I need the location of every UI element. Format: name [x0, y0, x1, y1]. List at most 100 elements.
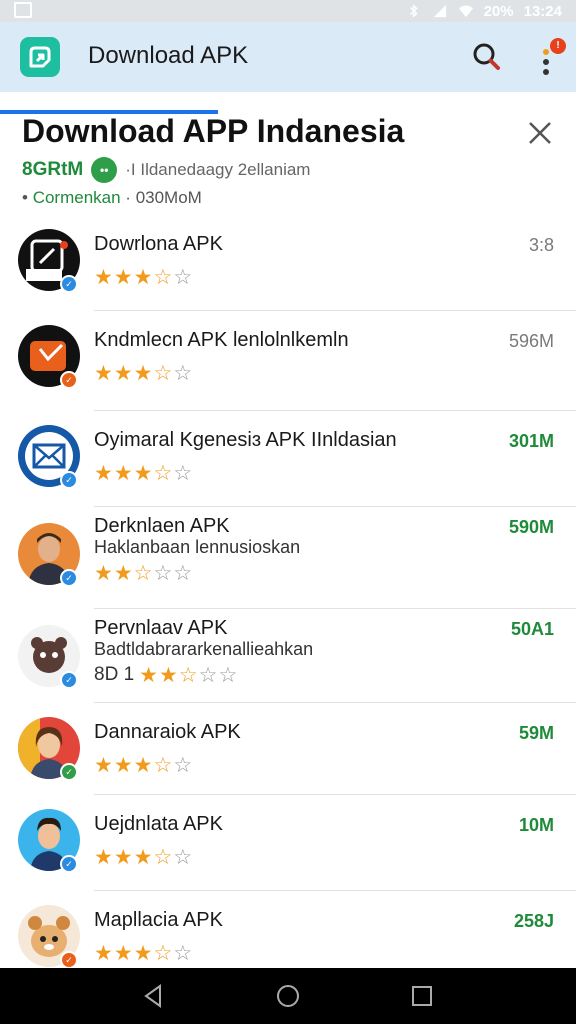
- star-icon: ★: [94, 846, 113, 869]
- download-count: 030MoM: [135, 188, 202, 207]
- app-subtitle: Haklanbaan lennusioskan: [94, 537, 301, 557]
- search-button[interactable]: [470, 40, 504, 74]
- verified-icon: ✓: [60, 275, 78, 293]
- app-bar: Download APK !: [0, 22, 576, 114]
- star-icon: ☆: [173, 462, 193, 485]
- app-list-item[interactable]: ✓ Kndmlecn APK lenlolnlkemln 596M ★ ★ ★ ☆ ☆: [0, 311, 576, 411]
- app-list-item[interactable]: ✓ Mapllacia APK 258J ★ ★ ★ ☆ ☆: [0, 891, 576, 971]
- star-icon: ★: [133, 846, 153, 869]
- app-title: Pervnlaav APK: [94, 617, 228, 639]
- app-list-item[interactable]: ✓ Oyimaral Kgenesiɜ APK IInldasian 301M ★ ★ ★…: [0, 411, 576, 507]
- notification-badge: !: [550, 38, 566, 54]
- star-icon: ☆: [173, 942, 193, 965]
- app-logo-icon: [20, 37, 60, 77]
- star-icon: ☆: [173, 362, 193, 385]
- star-icon: ★: [94, 942, 113, 965]
- app-size: 10M: [518, 815, 554, 835]
- star-icon: ☆: [133, 562, 153, 585]
- star-icon: ★: [113, 562, 133, 585]
- star-rating: ★ ★ ★ ☆ ☆: [94, 463, 192, 484]
- star-icon: ☆: [173, 846, 193, 869]
- star-icon: ☆: [173, 754, 193, 777]
- star-icon: ☆: [198, 664, 218, 687]
- app-size: 50A1: [510, 619, 554, 639]
- star-icon: ★: [133, 362, 153, 385]
- app-title: Kndmlecn APK lenlolnlkemln: [94, 329, 349, 351]
- app-list-item[interactable]: ✓ Derknlaen APK Haklanbaan lennusioskan 590…: [0, 507, 576, 609]
- star-icon: ☆: [153, 942, 173, 965]
- app-list-item[interactable]: ✓ Dannaraiok APK 59M ★ ★ ★ ☆ ☆: [0, 703, 576, 795]
- star-icon: ☆: [153, 266, 173, 289]
- star-icon: ★: [113, 754, 133, 777]
- star-icon: ★: [158, 664, 178, 687]
- star-icon: ★: [133, 266, 153, 289]
- star-icon: ☆: [153, 462, 173, 485]
- star-rating: ★ ★ ★ ☆ ☆: [94, 847, 192, 868]
- star-icon: ☆: [153, 846, 173, 869]
- star-icon: ★: [94, 362, 113, 385]
- status-icons: 20% 13:24: [406, 2, 562, 20]
- verified-icon: ✓: [60, 951, 78, 969]
- clock: 13:24: [523, 2, 562, 20]
- star-icon: ☆: [173, 562, 193, 585]
- star-icon: ★: [94, 266, 113, 289]
- app-title: Derknlaen APK: [94, 515, 230, 537]
- star-rating: ★ ★ ★ ☆ ☆: [94, 267, 192, 288]
- app-size: 590M: [508, 517, 554, 537]
- status-bar: 20% 13:24: [0, 0, 576, 22]
- app-size: 301M: [508, 431, 554, 451]
- back-icon[interactable]: [140, 982, 168, 1010]
- app-title: Download APK: [88, 42, 249, 69]
- star-icon: ☆: [173, 266, 193, 289]
- star-icon: ★: [133, 942, 153, 965]
- app-list-item[interactable]: ✓ Dowrlona APK 3:8 ★ ★ ★ ☆ ☆: [0, 215, 576, 311]
- verified-icon: ✓: [60, 763, 78, 781]
- category-link[interactable]: Cormenkan: [33, 188, 121, 207]
- overflow-menu-button[interactable]: !: [532, 38, 566, 78]
- close-button[interactable]: [524, 117, 556, 149]
- app-size: 596M: [508, 331, 554, 351]
- home-icon[interactable]: [274, 982, 302, 1010]
- recents-icon[interactable]: [408, 982, 436, 1010]
- search-icon: [473, 43, 500, 70]
- star-icon: ★: [113, 362, 133, 385]
- star-rating: ★ ★ ★ ☆ ☆: [94, 943, 192, 964]
- wifi-icon: [458, 5, 473, 18]
- star-icon: ★: [113, 266, 133, 289]
- star-icon: ★: [133, 462, 153, 485]
- app-title: Mapllacia APK: [94, 909, 223, 931]
- star-icon: ☆: [218, 664, 238, 687]
- collection-header: Download APP Indanesia 8GRtM •• ·I Ildan…: [0, 95, 576, 215]
- star-icon: ☆: [153, 362, 173, 385]
- app-size: 3:8: [528, 235, 554, 255]
- app-title: Dannaraiok APK: [94, 721, 241, 743]
- star-icon: ★: [113, 846, 133, 869]
- star-icon: ☆: [153, 754, 173, 777]
- star-icon: ☆: [153, 562, 173, 585]
- star-rating: ★ ★ ★ ☆ ☆: [94, 363, 192, 384]
- verified-icon: ✓: [60, 671, 78, 689]
- app-title: Oyimaral Kgenesiɜ APK IInldasian: [94, 429, 397, 451]
- star-icon: ★: [139, 664, 158, 687]
- bluetooth-icon: [409, 4, 418, 18]
- app-list-item[interactable]: ✓ Pervnlaav APK Badtldabrararkenallieahkan…: [0, 609, 576, 703]
- verified-icon: ✓: [60, 471, 78, 489]
- app-size: 59M: [518, 723, 554, 743]
- page-title: Download APP Indanesia: [22, 113, 405, 149]
- star-icon: ★: [133, 754, 153, 777]
- header-meta: 8GRtM •• ·I Ildanedaagy 2ellaniam: [22, 157, 310, 183]
- star-rating: ★ ★ ☆ ☆ ☆: [94, 563, 192, 584]
- header-subtitle: ·I Ildanedaagy 2ellaniam: [125, 160, 311, 179]
- app-size: 258J: [513, 911, 554, 931]
- star-icon: ☆: [178, 664, 198, 687]
- rating-count: 8D 1: [94, 664, 135, 685]
- status-dot-icon: ••: [91, 157, 118, 183]
- verified-icon: ✓: [60, 855, 78, 873]
- close-icon: [529, 122, 551, 144]
- app-subtitle: Badtldabrararkenallieahkan: [94, 639, 314, 659]
- star-rating: ★ ★ ★ ☆ ☆: [94, 755, 192, 776]
- star-icon: ★: [94, 462, 113, 485]
- star-icon: ★: [113, 462, 133, 485]
- star-icon: ★: [94, 562, 113, 585]
- app-list-item[interactable]: ✓ Uejdnlata APK 10M ★ ★ ★ ☆ ☆: [0, 795, 576, 891]
